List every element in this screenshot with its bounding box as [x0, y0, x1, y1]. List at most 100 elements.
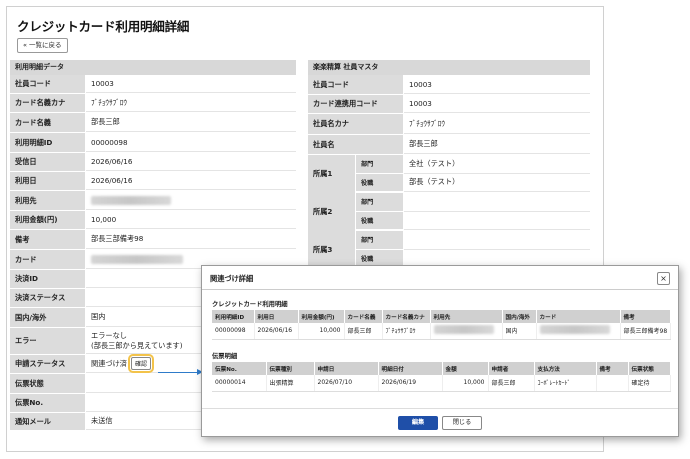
affiliation-label: 所属1: [308, 155, 356, 193]
value-text: 00000098: [91, 137, 128, 147]
detail-row: 利用先: [10, 191, 296, 211]
detail-row-label: カード: [10, 250, 86, 269]
footer-divider: [202, 408, 678, 409]
modal-divider: [202, 289, 678, 290]
close-icon[interactable]: ×: [657, 272, 670, 285]
column-header: カード名義カナ: [382, 310, 431, 323]
error-text: エラーなし: [91, 330, 127, 340]
position-label: 役職: [356, 211, 404, 230]
value-text: 10,000: [91, 215, 117, 224]
master-row-label: カード連携用コード: [308, 95, 404, 113]
master-row-label: 社員名: [308, 135, 404, 154]
table-header-row: 伝票No. 伝票種別 申請日 明細日付 金額 申請者 支払方法 備考 伝票状態: [212, 362, 671, 375]
table-cell: [536, 323, 621, 340]
detail-row-label: 決済ID: [10, 270, 86, 288]
department-row: 部門: [356, 231, 590, 250]
table-cell: 00000014: [212, 375, 267, 392]
detail-row-value: 10003: [86, 75, 296, 93]
detail-row-value: [86, 191, 296, 210]
close-button[interactable]: 閉じる: [442, 416, 482, 430]
redacted-value: [91, 195, 171, 205]
employee-master-table: 楽楽精算 社員マスタ 社員コード 10003 カード連携用コード 10003 社員名カナ…: [308, 60, 590, 269]
detail-row: カード名義カナ ﾌﾞﾁｮｳｻﾌﾞﾛｳ: [10, 94, 296, 113]
detail-row-label: 決済ステータス: [10, 289, 86, 307]
table-cell: 10,000: [442, 375, 489, 392]
detail-row: 受信日 2026/06/16: [10, 153, 296, 172]
master-row-value: 10003: [404, 95, 590, 113]
position-value: [404, 212, 590, 230]
detail-row-label: カード名義: [10, 113, 86, 132]
table-cell: 2026/06/19: [378, 375, 443, 392]
table-header-row: 利用明細ID 利用日 利用金額(円) カード名義 カード名義カナ 利用先 国内/海外 カード備…: [212, 310, 671, 323]
detail-row: 社員コード 10003: [10, 75, 296, 94]
position-row: 役職: [356, 211, 590, 230]
department-row: 部門: [356, 193, 590, 212]
value-text: 10003: [91, 79, 114, 88]
value-text: ﾌﾞﾁｮｳｻﾌﾞﾛｳ: [91, 97, 127, 107]
column-header: 伝票状態: [628, 362, 671, 375]
detail-row-value: 2026/06/16: [86, 172, 296, 190]
master-row: 社員名 部長三郎: [308, 135, 590, 155]
value-text: 関連づけ済: [91, 358, 127, 368]
master-row-label: 社員コード: [308, 75, 404, 94]
detail-row-value: 00000098: [86, 133, 296, 152]
confirm-button[interactable]: 確認: [127, 354, 154, 373]
column-header: 申請日: [314, 362, 379, 375]
detail-row: 備考 部長三部備考98: [10, 230, 296, 250]
column-header: 伝票種別: [266, 362, 315, 375]
usage-detail-header: 利用明細データ: [10, 60, 296, 75]
detail-row: 利用明細ID 00000098: [10, 133, 296, 153]
value-text: 部長三郎: [91, 117, 120, 126]
position-label: 役職: [356, 173, 404, 192]
back-to-list-button[interactable]: « 一覧に戻る: [17, 38, 68, 53]
affiliation-label: 所属3: [308, 231, 356, 269]
affiliation-detail: 部門 役職: [356, 231, 590, 268]
detail-row-label: 申請ステータス: [10, 355, 86, 373]
table-cell: 確定待: [628, 375, 671, 392]
detail-row-value: 部長三郎: [86, 113, 296, 132]
department-row: 部門 全社（テスト）: [356, 155, 590, 174]
edit-button[interactable]: 編集: [398, 416, 438, 430]
detail-row-label: 社員コード: [10, 75, 86, 93]
column-header: 伝票No.: [212, 362, 267, 375]
department-label: 部門: [356, 155, 404, 174]
card-usage-table: 利用明細ID 利用日 利用金額(円) カード名義 カード名義カナ 利用先 国内/海外 カード備…: [212, 310, 671, 340]
column-header: 備考: [620, 310, 671, 323]
detail-row-label: 通知メール: [10, 413, 86, 430]
table-cell: 部長三郎: [344, 323, 383, 340]
redacted-value: [539, 325, 610, 335]
column-header: 利用金額(円): [298, 310, 345, 323]
detail-row-label: カード名義カナ: [10, 94, 86, 112]
column-header: 利用明細ID: [212, 310, 255, 323]
redacted-value: [433, 325, 494, 335]
column-header: 備考: [596, 362, 629, 375]
detail-row-value: 10,000: [86, 211, 296, 229]
table-cell: 2026/07/10: [314, 375, 379, 392]
master-row-value: 部長三郎: [404, 135, 590, 154]
detail-row-label: 国内/海外: [10, 308, 86, 327]
master-row-label: 社員名カナ: [308, 114, 404, 134]
detail-row: 利用日 2026/06/16: [10, 172, 296, 191]
detail-row: 利用金額(円) 10,000: [10, 211, 296, 230]
table-cell: 2026/06/16: [254, 323, 299, 340]
affiliation-detail: 部門 役職: [356, 193, 590, 230]
slip-section-title: 伝票明細: [212, 353, 238, 360]
table-cell: ﾌﾞﾁｮｳｻﾌﾞﾛｳ: [382, 323, 431, 340]
department-value: [404, 193, 590, 212]
department-label: 部門: [356, 231, 404, 250]
affiliation-row: 所属2 部門 役職: [308, 193, 590, 231]
table-cell: 国内: [502, 323, 537, 340]
table-cell: 10,000: [298, 323, 345, 340]
column-header: 明細日付: [378, 362, 443, 375]
modal-title: 関連づけ詳細: [210, 274, 254, 283]
value-text: 未送信: [91, 416, 113, 425]
detail-row-value: 部長三部備考98: [86, 230, 296, 249]
master-row-value: ﾌﾞﾁｮｳｻﾌﾞﾛｳ: [404, 114, 590, 134]
link-detail-modal: 関連づけ詳細 × クレジットカード利用明細 利用明細ID 利用日 利用金額(円) カー…: [201, 265, 679, 437]
affiliation-detail: 部門 全社（テスト） 役職 部長（テスト）: [356, 155, 590, 192]
column-header: 支払方法: [534, 362, 597, 375]
department-value: 全社（テスト）: [404, 155, 590, 174]
error-visibility-text: (部長三郎から見えています): [91, 340, 183, 350]
value-text: 部長三部備考98: [91, 234, 144, 243]
employee-master-header: 楽楽精算 社員マスタ: [308, 60, 590, 75]
